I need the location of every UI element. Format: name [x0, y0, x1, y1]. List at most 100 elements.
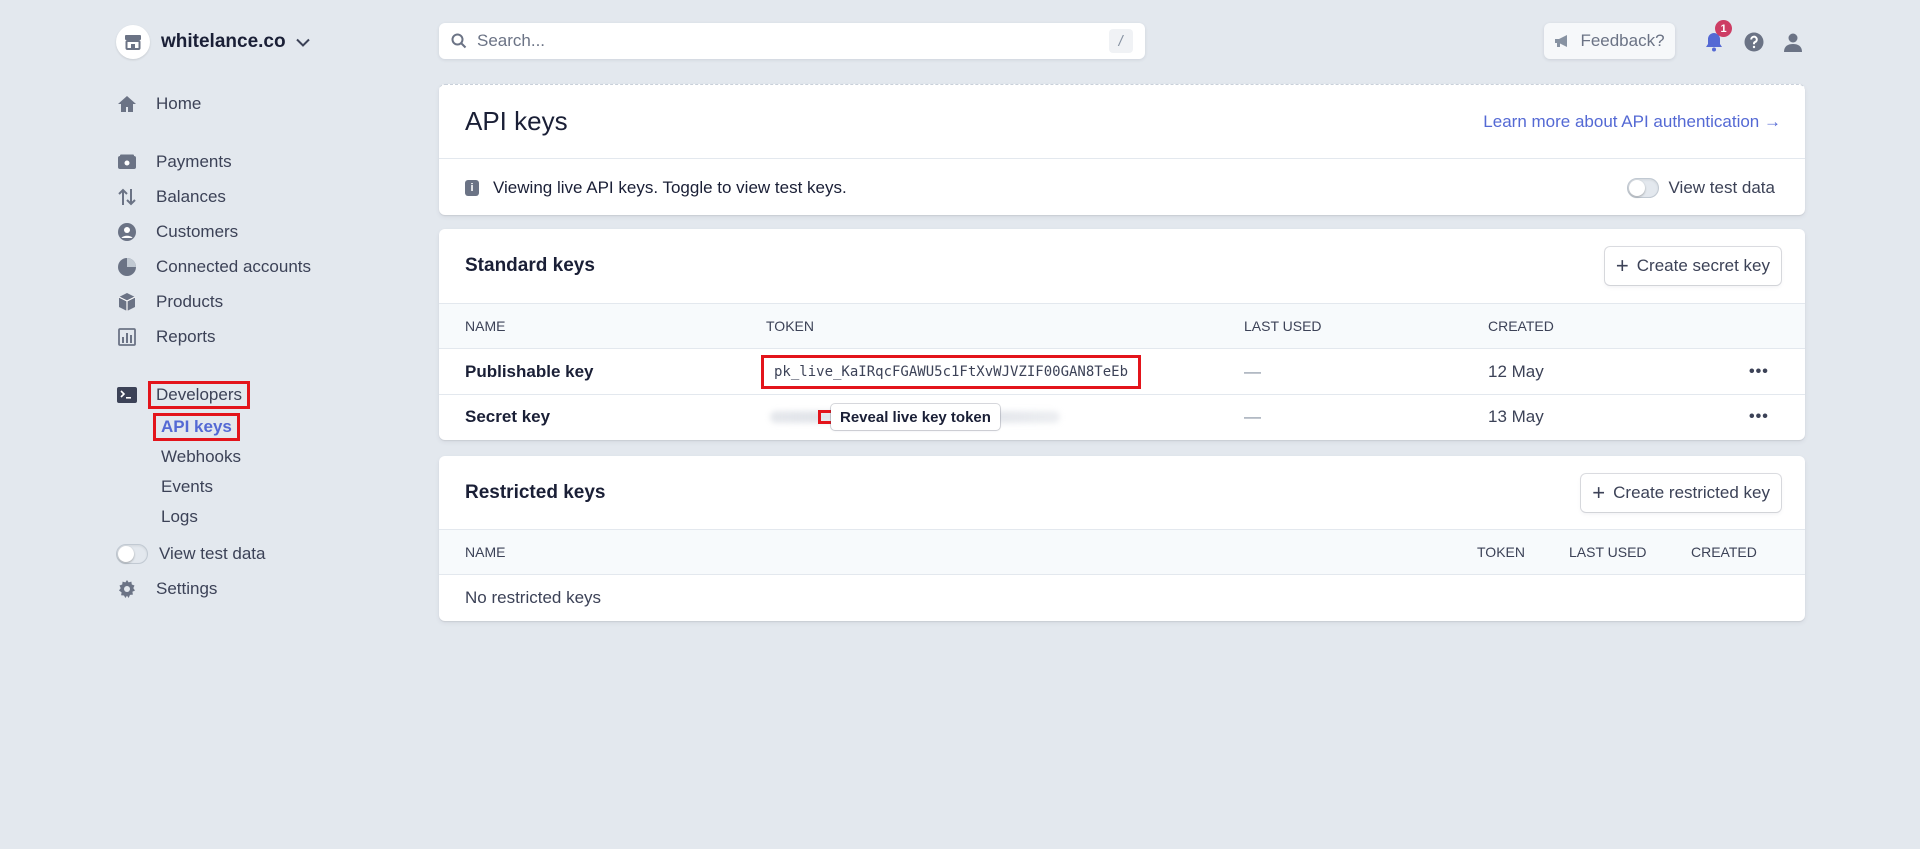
column-header: LAST USED [1569, 544, 1647, 560]
column-header: CREATED [1691, 544, 1757, 560]
last-used: — [1244, 361, 1261, 381]
more-options-icon[interactable]: ••• [1749, 363, 1769, 381]
account-name: whitelance.co [161, 31, 286, 52]
sidebar-view-test-data[interactable]: View test data [116, 536, 416, 571]
customers-icon [116, 221, 138, 243]
help-button[interactable] [1742, 30, 1766, 54]
more-options-icon[interactable]: ••• [1749, 408, 1769, 426]
section-title: Standard keys [465, 255, 595, 276]
balances-icon [116, 186, 138, 208]
live-mode-info: i Viewing live API keys. Toggle to view … [439, 158, 1805, 215]
table-row: Publishable key pk_live_KaIRqcFGAWU5c1Ft… [439, 349, 1805, 394]
empty-state-row: No restricted keys [439, 575, 1805, 620]
key-name: Publishable key [465, 361, 594, 381]
search-input[interactable] [477, 31, 1109, 51]
table-header: NAME TOKEN LAST USED CREATED [439, 303, 1805, 349]
info-text: Viewing live API keys. Toggle to view te… [493, 177, 847, 197]
button-label: Create secret key [1636, 256, 1770, 275]
table-header: NAME TOKEN LAST USED CREATED [439, 529, 1805, 575]
empty-state-text: No restricted keys [465, 587, 602, 607]
sidebar-item-balances[interactable]: Balances [116, 179, 416, 214]
store-icon [116, 25, 150, 59]
card-header: Restricted keys + Create restricted key [439, 456, 1805, 529]
column-header: CREATED [1488, 318, 1554, 334]
sidebar-item-label: Settings [156, 578, 218, 598]
connected-accounts-icon [116, 256, 138, 278]
sidebar-item-label: Reports [156, 326, 216, 346]
plus-icon: + [1615, 253, 1629, 278]
test-data-toggle[interactable] [116, 543, 148, 564]
sidebar-subitem-label: Events [161, 477, 213, 496]
publishable-key-token[interactable]: pk_live_KaIRqcFGAWU5c1FtXvWJVZIF00GAN8Te… [760, 354, 1142, 389]
sidebar-item-home[interactable]: Home [116, 86, 416, 121]
products-icon [116, 291, 138, 313]
help-icon [1744, 32, 1764, 52]
sidebar-item-payments[interactable]: Payments [116, 144, 416, 179]
card-header: Standard keys + Create secret key [439, 229, 1805, 303]
plus-icon: + [1592, 479, 1606, 505]
sidebar-subitem-label: Webhooks [161, 447, 242, 466]
column-header: LAST USED [1244, 318, 1322, 334]
section-title: Restricted keys [465, 481, 606, 503]
terminal-icon [116, 384, 138, 406]
button-label: Create restricted key [1613, 482, 1770, 502]
chevron-down-icon [295, 38, 310, 47]
info-icon: i [465, 179, 479, 196]
sidebar-subitem-logs[interactable]: Logs [116, 502, 416, 532]
reveal-live-key-button[interactable]: Reveal live key token [831, 404, 1000, 430]
sidebar-item-label: Developers [148, 380, 250, 409]
restricted-keys-card: Restricted keys + Create restricted key … [439, 456, 1805, 621]
payments-icon [116, 151, 138, 173]
column-header: TOKEN [1477, 544, 1525, 560]
sidebar-item-customers[interactable]: Customers [116, 214, 416, 249]
column-header: TOKEN [766, 318, 814, 334]
search-bar[interactable]: / [439, 23, 1145, 59]
create-restricted-key-button[interactable]: + Create restricted key [1581, 473, 1781, 512]
sidebar-subitem-webhooks[interactable]: Webhooks [116, 442, 416, 472]
sidebar-item-developers[interactable]: Developers [116, 377, 416, 412]
created-date: 13 May [1488, 407, 1544, 426]
feedback-button[interactable]: Feedback? [1544, 23, 1675, 59]
search-shortcut-hint: / [1109, 29, 1133, 53]
table-row: Secret key Reveal live key token — 13 Ma… [439, 394, 1805, 439]
sidebar-item-connected-accounts[interactable]: Connected accounts [116, 249, 416, 284]
sidebar-item-label: Connected accounts [156, 256, 311, 276]
last-used: — [1244, 407, 1261, 426]
sidebar-item-label: Products [156, 291, 224, 311]
gear-icon [116, 578, 138, 600]
notification-badge: 1 [1715, 20, 1732, 37]
toggle-switch[interactable] [1626, 177, 1659, 198]
sidebar: whitelance.co Home Payments Balances Cus… [116, 24, 416, 606]
standard-keys-card: Standard keys + Create secret key NAME T… [439, 229, 1805, 440]
create-secret-key-button[interactable]: + Create secret key [1604, 247, 1781, 285]
sidebar-item-label: Customers [156, 221, 239, 241]
toggle-label: View test data [1668, 177, 1775, 197]
sidebar-item-label: View test data [159, 543, 266, 563]
learn-more-link[interactable]: Learn more about API authentication → [1483, 112, 1781, 132]
sidebar-item-reports[interactable]: Reports [116, 319, 416, 354]
sidebar-subitem-label: API keys [153, 413, 240, 441]
sidebar-item-label: Home [156, 93, 202, 113]
sidebar-item-label: Payments [156, 151, 232, 171]
sidebar-subitem-api-keys[interactable]: API keys [116, 412, 416, 442]
home-icon [116, 93, 138, 115]
notifications-button[interactable]: 1 [1702, 20, 1732, 54]
card-header: API keys Learn more about API authentica… [439, 85, 1805, 158]
column-header: NAME [465, 318, 506, 334]
api-keys-header-card: API keys Learn more about API authentica… [439, 84, 1805, 215]
page-title: API keys [465, 106, 568, 136]
search-icon [451, 33, 467, 49]
reveal-highlight: Reveal live key token [818, 404, 1000, 430]
sidebar-item-label: Balances [156, 186, 226, 206]
app-root: whitelance.co Home Payments Balances Cus… [0, 0, 1920, 849]
user-menu-button[interactable] [1781, 30, 1805, 54]
sidebar-item-settings[interactable]: Settings [116, 571, 416, 606]
feedback-label: Feedback? [1580, 31, 1665, 50]
user-icon [1784, 33, 1802, 52]
account-switcher[interactable]: whitelance.co [116, 24, 416, 60]
sidebar-item-products[interactable]: Products [116, 284, 416, 319]
view-test-data-toggle[interactable]: View test data [1626, 177, 1775, 198]
created-date: 12 May [1488, 361, 1544, 381]
sidebar-subitem-events[interactable]: Events [116, 472, 416, 502]
key-name: Secret key [465, 407, 551, 426]
